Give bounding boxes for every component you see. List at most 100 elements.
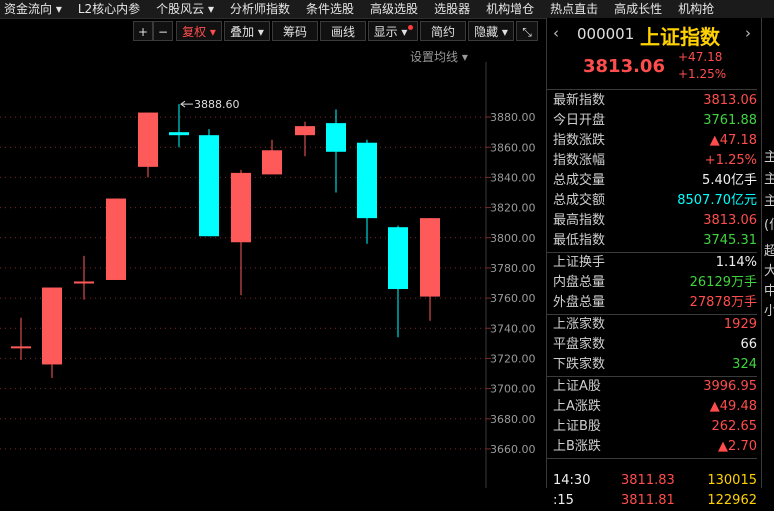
row-label: 上证换手: [553, 255, 606, 270]
stock-name: 上证指数: [640, 25, 720, 49]
row-label: 指数涨跌: [553, 133, 606, 148]
row-label: 总成交额: [553, 193, 606, 208]
candle-up-body: [138, 112, 158, 167]
nav-item-0[interactable]: 资金流向 ▾: [0, 0, 66, 18]
back-arrow-icon[interactable]: ‹: [553, 24, 559, 42]
row-label: 最新指数: [553, 93, 606, 108]
quote-row: 最高指数 3813.06: [551, 211, 757, 231]
y-tick-label: 3700.00: [490, 383, 536, 396]
row-value: 27878万手: [689, 295, 757, 310]
notification-dot: [408, 25, 414, 30]
divider: [547, 89, 757, 90]
quote-row: 上B涨跌 ▲2.70: [551, 437, 757, 457]
y-tick-label: 3760.00: [490, 292, 536, 305]
tick-volume: 122962: [707, 493, 757, 508]
candle-up-body: [295, 126, 315, 136]
nav-item-9[interactable]: 高成长性: [610, 0, 666, 18]
quote-row: 上证A股 3996.95: [551, 377, 757, 397]
quote-row: 指数涨幅 +1.25%: [551, 151, 757, 171]
price-change-pct: +1.25%: [678, 67, 727, 81]
quote-row: 上涨家数 1929: [551, 315, 757, 335]
candle-up-body: [11, 346, 31, 349]
quote-row: 最新指数 3813.06: [551, 91, 757, 111]
candle-down-body: [169, 132, 189, 136]
side-label: 中: [764, 284, 774, 299]
tick-row: 14:30 3811.83 130015: [551, 471, 757, 491]
nav-item-2[interactable]: 个股风云 ▾: [152, 0, 218, 18]
row-label: 平盘家数: [553, 337, 606, 352]
zoom-out-button[interactable]: −: [153, 21, 173, 41]
row-label: 指数涨幅: [553, 153, 606, 168]
row-value: 3813.06: [703, 213, 757, 228]
candle-down-body: [357, 142, 377, 219]
top-navigation: 资金流向 ▾ L2核心内参 个股风云 ▾ 分析师指数 条件选股 高级选股 选股器 机构增仓 热点…: [0, 0, 774, 19]
chart-toolbar: + − 复权 ▾ 叠加 ▾ 筹码 画线 显示 ▾ 简约 隐藏 ▾ ⤡: [0, 20, 545, 42]
y-tick-label: 3740.00: [490, 322, 536, 335]
quote-row: 外盘总量 27878万手: [551, 293, 757, 313]
nav-item-10[interactable]: 机构抢: [674, 0, 718, 18]
quote-row: 上证换手 1.14%: [551, 253, 757, 273]
row-label: 上证B股: [553, 419, 601, 434]
y-tick-label: 3840.00: [490, 171, 536, 184]
chip-distribution-button[interactable]: 筹码: [272, 21, 318, 41]
draw-line-button[interactable]: 画线: [320, 21, 366, 41]
nav-item-4[interactable]: 条件选股: [302, 0, 358, 18]
candle-up-body: [74, 281, 94, 284]
row-value: ▲47.18: [709, 133, 757, 148]
row-value: 8507.70亿元: [677, 193, 757, 208]
price-change: +47.18: [678, 50, 723, 64]
candle-down-body: [199, 135, 219, 237]
display-label: 显示 ▾: [373, 25, 408, 39]
nav-item-6[interactable]: 选股器: [430, 0, 474, 18]
quote-row: 平盘家数 66: [551, 335, 757, 355]
nav-item-3[interactable]: 分析师指数: [226, 0, 294, 18]
row-value: 262.65: [711, 419, 758, 434]
y-tick-label: 3800.00: [490, 232, 536, 245]
hide-dropdown[interactable]: 隐藏 ▾: [468, 21, 514, 41]
row-label: 总成交量: [553, 173, 606, 188]
nav-item-8[interactable]: 热点直击: [546, 0, 602, 18]
expand-icon[interactable]: ⤡: [516, 21, 538, 41]
kline-svg: 3880.00 3860.00 3840.00 3820.00 3800.00 3780.…: [0, 62, 536, 488]
side-label: (亿: [764, 218, 774, 233]
row-value: 324: [732, 357, 757, 372]
nav-item-7[interactable]: 机构增仓: [482, 0, 538, 18]
candle-down-body: [388, 227, 408, 290]
kline-chart[interactable]: 3880.00 3860.00 3840.00 3820.00 3800.00 3780.…: [0, 62, 545, 488]
quote-row: 内盘总量 26129万手: [551, 273, 757, 293]
candle-up-body: [106, 198, 126, 280]
y-tick-label: 3880.00: [490, 111, 536, 124]
row-label: 最低指数: [553, 233, 606, 248]
row-value: 3996.95: [703, 379, 757, 394]
overlay-dropdown[interactable]: 叠加 ▾: [224, 21, 270, 41]
row-value: 3745.31: [703, 233, 757, 248]
zoom-in-button[interactable]: +: [133, 21, 153, 41]
display-dropdown[interactable]: 显示 ▾: [368, 21, 418, 41]
forward-arrow-icon[interactable]: ›: [745, 24, 751, 42]
nav-item-5[interactable]: 高级选股: [366, 0, 422, 18]
side-label: 主: [764, 194, 774, 209]
high-value-label: 3888.60: [194, 98, 240, 111]
side-label: 大: [764, 264, 774, 279]
current-price: 3813.06: [583, 56, 665, 77]
tick-price: 3811.81: [621, 493, 675, 508]
row-label: 上A涨跌: [553, 399, 601, 414]
tick-volume: 130015: [707, 473, 757, 488]
stock-code: 000001: [577, 25, 635, 43]
row-value: +1.25%: [704, 153, 757, 168]
quote-panel: ‹ 000001 上证指数 › 3813.06 +47.18 +1.25% 最新…: [546, 18, 774, 508]
fuquan-dropdown[interactable]: 复权 ▾: [176, 21, 222, 41]
row-value: 66: [740, 337, 757, 352]
row-label: 上证A股: [553, 379, 601, 394]
tick-time: 14:30: [553, 473, 591, 488]
row-label: 最高指数: [553, 213, 606, 228]
y-tick-label: 3680.00: [490, 413, 536, 426]
row-value: ▲49.48: [709, 399, 757, 414]
row-value: 3813.06: [703, 93, 757, 108]
nav-item-1[interactable]: L2核心内参: [74, 0, 144, 18]
quote-row: 指数涨跌 ▲47.18: [551, 131, 757, 151]
simple-mode-button[interactable]: 简约: [420, 21, 466, 41]
row-value: 5.40亿手: [702, 173, 757, 188]
row-value: 3761.88: [703, 113, 757, 128]
row-label: 今日开盘: [553, 113, 606, 128]
